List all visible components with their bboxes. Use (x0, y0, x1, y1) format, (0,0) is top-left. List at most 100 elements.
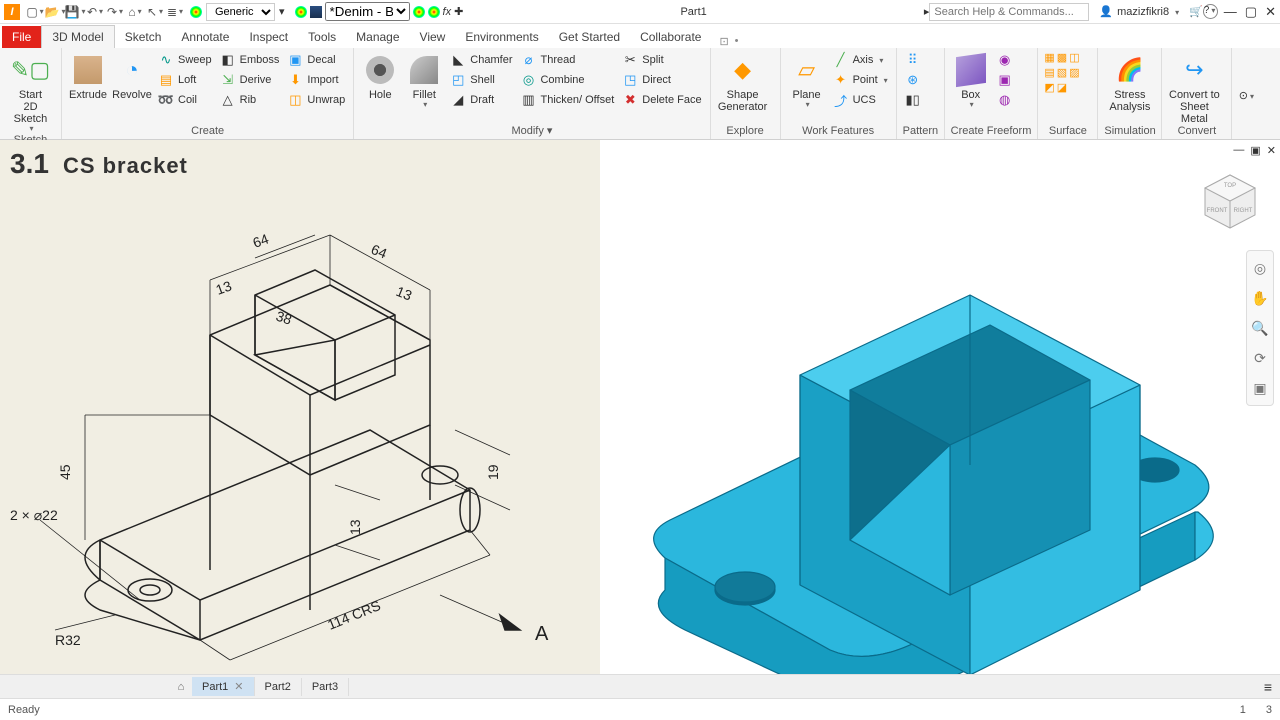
emboss-button[interactable]: ◧Emboss (218, 51, 282, 69)
cart-icon[interactable]: 🛒 (1189, 5, 1203, 18)
ff-tool3-button[interactable]: ◍ (995, 91, 1015, 109)
split-button[interactable]: ✂Split (620, 51, 703, 69)
nav-wheel-icon[interactable]: ◎ (1249, 255, 1271, 281)
doc-tab-part3[interactable]: Part3 (302, 678, 349, 696)
tab-collaborate[interactable]: Collaborate (630, 26, 711, 48)
revolve-button[interactable]: ◔ Revolve (112, 51, 152, 101)
doc-tab-part1[interactable]: Part1✕ (192, 677, 255, 696)
tab-manage[interactable]: Manage (346, 26, 409, 48)
appearance-tool1-icon[interactable] (413, 6, 425, 18)
derive-button[interactable]: ⇲Derive (218, 71, 282, 89)
doc-home-icon[interactable]: ⌂ (170, 681, 192, 693)
nav-pan-icon[interactable]: ✋ (1249, 285, 1271, 311)
doc-tab-part2[interactable]: Part2 (255, 678, 302, 696)
doc-tabs-menu-icon[interactable]: ≡ (1264, 679, 1272, 695)
rect-pattern-button[interactable]: ⠿ (903, 51, 923, 69)
ff-tool2-button[interactable]: ▣ (995, 71, 1015, 89)
tab-apps-icon[interactable]: ⊡ (719, 35, 728, 48)
tab-annotate[interactable]: Annotate (171, 26, 239, 48)
redo-icon[interactable]: ↷ (106, 3, 124, 21)
decal-button[interactable]: ▣Decal (285, 51, 347, 69)
mirror-button[interactable]: ▮▯ (903, 91, 923, 109)
surf7-icon[interactable]: ◩ (1044, 81, 1054, 94)
import-button[interactable]: ⬇Import (285, 71, 347, 89)
home-icon[interactable]: ⌂ (126, 3, 144, 21)
layers-icon[interactable]: ≣ (166, 3, 184, 21)
help-icon[interactable]: ? (1203, 4, 1218, 19)
appearance-picker-icon[interactable] (295, 6, 307, 18)
combine-button[interactable]: ◎Combine (518, 71, 616, 89)
tab-file[interactable]: File (2, 26, 41, 48)
new-icon[interactable]: ▢ (26, 3, 44, 21)
user-account[interactable]: 👤 mazizfikri8 (1099, 5, 1179, 18)
sweep-button[interactable]: ∿Sweep (156, 51, 214, 69)
close-tab-icon[interactable]: ✕ (234, 681, 243, 693)
shell-button[interactable]: ◰Shell (448, 71, 514, 89)
maximize-icon[interactable]: ▢ (1245, 4, 1257, 20)
thread-button[interactable]: ⌀Thread (518, 51, 616, 69)
appearance-tool2-icon[interactable] (428, 6, 440, 18)
search-input[interactable] (929, 3, 1089, 21)
open-icon[interactable]: 📂 (46, 3, 64, 21)
tab-environments[interactable]: Environments (455, 26, 548, 48)
vp-minimize-icon[interactable]: — (1233, 144, 1244, 157)
draft-button[interactable]: ◢Draft (448, 91, 514, 109)
loft-button[interactable]: ▤Loft (156, 71, 214, 89)
surf5-icon[interactable]: ▧ (1057, 66, 1067, 79)
model-viewport[interactable]: — ▣ ✕ TOP FRONT RIGHT ◎ ✋ 🔍 ⟳ ▣ (600, 140, 1280, 674)
shape-generator-button[interactable]: ◆Shape Generator (717, 51, 769, 113)
undo-icon[interactable]: ↶ (86, 3, 104, 21)
plus-icon[interactable]: ✚ (454, 5, 463, 18)
ff-tool1-button[interactable]: ◉ (995, 51, 1015, 69)
material-dropdown[interactable]: Generic (206, 3, 275, 21)
svg-text:64: 64 (251, 230, 271, 250)
nav-zoom-icon[interactable]: 🔍 (1249, 315, 1271, 341)
rib-button[interactable]: △Rib (218, 91, 282, 109)
tab-sketch[interactable]: Sketch (115, 26, 172, 48)
nav-orbit-icon[interactable]: ⟳ (1249, 345, 1271, 371)
chamfer-button[interactable]: ◣Chamfer (448, 51, 514, 69)
circ-pattern-button[interactable]: ⊛ (903, 71, 923, 89)
vp-close-icon[interactable]: ✕ (1267, 144, 1276, 157)
surf3-icon[interactable]: ◫ (1069, 51, 1079, 64)
select-icon[interactable]: ↖ (146, 3, 164, 21)
svg-text:RIGHT: RIGHT (1234, 208, 1253, 214)
stress-analysis-button[interactable]: 🌈Stress Analysis (1104, 51, 1155, 113)
view-cube[interactable]: TOP FRONT RIGHT (1200, 170, 1260, 230)
ucs-button[interactable]: ⤴UCS (831, 91, 890, 109)
plane-button[interactable]: ▱Plane (787, 51, 827, 110)
box-button[interactable]: Box (951, 51, 991, 110)
save-icon[interactable]: 💾 (66, 3, 84, 21)
surf6-icon[interactable]: ▨ (1069, 66, 1079, 79)
coil-button[interactable]: ➿Coil (156, 91, 214, 109)
convert-sheet-metal-button[interactable]: ↪Convert to Sheet Metal (1168, 51, 1220, 125)
tab-tools[interactable]: Tools (298, 26, 346, 48)
close-icon[interactable]: ✕ (1265, 4, 1276, 20)
tab-inspect[interactable]: Inspect (239, 26, 298, 48)
extrude-button[interactable]: Extrude (68, 51, 108, 101)
minimize-icon[interactable]: — (1224, 4, 1237, 20)
direct-button[interactable]: ◳Direct (620, 71, 703, 89)
axis-button[interactable]: ╱Axis (831, 51, 890, 69)
vp-restore-icon[interactable]: ▣ (1250, 144, 1260, 157)
appearance-dropdown[interactable]: *Denim - B (325, 2, 410, 21)
tab-overflow-icon[interactable]: • (735, 35, 739, 48)
tab-3d-model[interactable]: 3D Model (41, 25, 114, 48)
delete-face-button[interactable]: ✖Delete Face (620, 91, 703, 109)
surf1-icon[interactable]: ▦ (1044, 51, 1054, 64)
material-tool-icon[interactable]: ▾ (279, 5, 285, 18)
nav-lookat-icon[interactable]: ▣ (1249, 375, 1271, 401)
fillet-button[interactable]: Fillet (404, 51, 444, 110)
fx-icon[interactable]: fx (443, 6, 452, 18)
thicken-button[interactable]: ▥Thicken/ Offset (518, 91, 616, 109)
tab-view[interactable]: View (410, 26, 456, 48)
surf4-icon[interactable]: ▤ (1044, 66, 1054, 79)
unwrap-button[interactable]: ◫Unwrap (285, 91, 347, 109)
start-2d-sketch-button[interactable]: ✎▢ Start 2D Sketch (6, 51, 55, 134)
tab-get-started[interactable]: Get Started (549, 26, 630, 48)
ribbon-collapse-icon[interactable]: ⊙ (1239, 89, 1254, 102)
surf2-icon[interactable]: ▩ (1057, 51, 1067, 64)
point-button[interactable]: ✦Point (831, 71, 890, 89)
surf8-icon[interactable]: ◪ (1057, 81, 1067, 94)
hole-button[interactable]: Hole (360, 51, 400, 101)
